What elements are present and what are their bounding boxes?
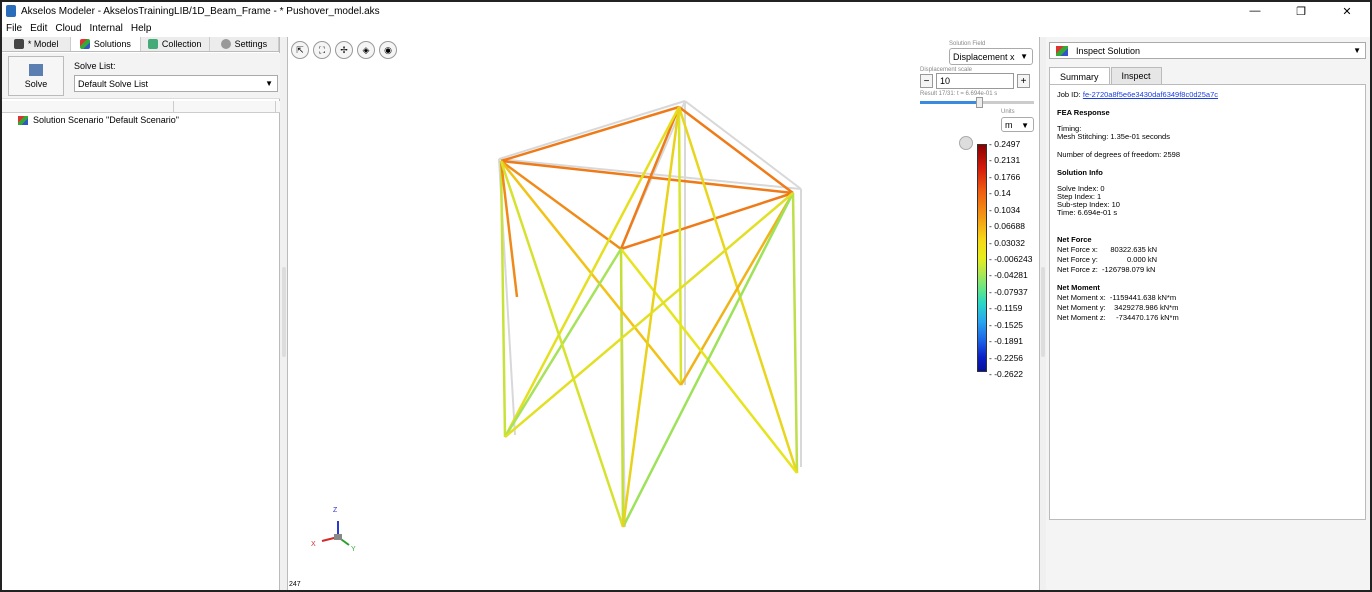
chevron-down-icon: ▼ (1021, 121, 1029, 130)
net-force-title: Net Force (1057, 235, 1092, 244)
colorbar-tick-label: - -0.1525 (989, 319, 1024, 330)
net-force-x: Net Force x: 80322.635 kN (1057, 245, 1158, 254)
tab-settings[interactable]: Settings (209, 37, 279, 51)
tree-item-scenario[interactable]: Solution Scenario "Default Scenario" (18, 115, 179, 125)
left-splitter[interactable] (280, 37, 288, 590)
solution-field-select[interactable]: Displacement x ▼ (949, 48, 1033, 65)
3d-viewport[interactable]: ⇱ ⛶ ✢ ◈ ◉ Z X Y 247 Solution Field Displ… (289, 37, 1039, 590)
beam-frame-model (321, 100, 802, 546)
colorbar-tick-label: - -0.04281 (989, 270, 1028, 281)
colorbar-tick-label: - 0.1034 (989, 204, 1021, 215)
displacement-scale-input[interactable]: 10 (936, 73, 1014, 89)
restore-button[interactable]: ❐ (1278, 2, 1324, 20)
colorbar-tick-label: - -0.1159 (989, 303, 1023, 314)
net-moment-x: Net Moment x: -1159441.638 kN*m (1057, 293, 1177, 302)
menu-bar: File Edit Cloud Internal Help (2, 21, 155, 36)
net-moment-title: Net Moment (1057, 283, 1100, 292)
axis-y-label: Y (351, 546, 356, 553)
increase-scale-button[interactable]: + (1017, 74, 1030, 88)
chevron-down-icon: ▼ (1020, 52, 1028, 61)
solution-info-title: Solution Info (1057, 168, 1103, 177)
close-button[interactable]: ✕ (1324, 2, 1370, 20)
colorbar-tick-label: - 0.1766 (989, 171, 1021, 182)
left-panel: * Model Solutions Collection Settings So… (2, 37, 280, 590)
colorbar-tick-label: - 0.03032 (989, 237, 1025, 248)
right-panel: Inspect Solution ▼ Summary Inspect Job I… (1046, 37, 1370, 590)
inspect-tabs: Summary Inspect (1049, 67, 1163, 85)
app-logo-icon (6, 5, 16, 17)
mesh-stitching: Mesh Stitching: 1.35e-01 seconds (1057, 132, 1170, 141)
dof-count: Number of degrees of freedom: 2598 (1057, 150, 1180, 159)
solve-toolbar: Solve Solve List: Default Solve List ▼ (2, 53, 280, 99)
displacement-scale-control: − 10 + (920, 73, 1030, 89)
right-splitter[interactable] (1039, 37, 1046, 590)
scenario-icon (18, 115, 28, 125)
job-id-row: Job ID: fe-2720a8f5e6e3430daf6349f8c0d25… (1057, 90, 1218, 99)
minimize-button[interactable]: — (1232, 2, 1278, 20)
result-step-label: Result 17/31: t = 6.694e-01 s (920, 91, 998, 97)
tab-summary[interactable]: Summary (1049, 67, 1110, 85)
colorbar-tick-label: - -0.2256 (989, 352, 1024, 363)
coordinate-readout: 247 (289, 581, 301, 588)
colorbar-tick-label: - 0.2497 (989, 139, 1021, 149)
menu-edit[interactable]: Edit (30, 23, 47, 34)
chevron-down-icon: ▼ (1353, 46, 1361, 55)
result-slider[interactable] (920, 97, 1034, 108)
tree-header (2, 101, 280, 113)
axis-triad (321, 521, 350, 546)
colorbar-tick-label: - 0.14 (989, 188, 1011, 199)
window-title: Akselos Modeler - AkselosTrainingLIB/1D_… (21, 5, 380, 17)
gear-icon (220, 39, 231, 49)
net-moment-y: Net Moment y: 3429278.986 kN*m (1057, 303, 1179, 312)
tab-model[interactable]: * Model (2, 37, 72, 51)
units-label: Units (1001, 109, 1015, 115)
solutions-icon (79, 39, 90, 49)
decrease-scale-button[interactable]: − (920, 74, 933, 88)
model-icon (13, 39, 24, 49)
net-moment-z: Net Moment z: -734470.176 kN*m (1057, 313, 1179, 322)
menu-help[interactable]: Help (131, 23, 152, 34)
left-tabs: * Model Solutions Collection Settings (2, 37, 279, 52)
inspect-solution-select[interactable]: Inspect Solution ▼ (1049, 42, 1366, 59)
chevron-down-icon: ▼ (265, 79, 273, 88)
time-value: Time: 6.694e-01 s (1057, 208, 1118, 217)
colorbar-tick-label: - -0.1891 (989, 336, 1024, 347)
collection-icon (147, 39, 158, 49)
tab-inspect[interactable]: Inspect (1110, 67, 1162, 84)
menu-file[interactable]: File (6, 23, 22, 34)
colorbar-settings-icon[interactable] (959, 136, 973, 150)
solve-button[interactable]: Solve (8, 56, 64, 96)
summary-panel: Job ID: fe-2720a8f5e6e3430daf6349f8c0d25… (1049, 84, 1366, 520)
colorbar-tick-label: - -0.07937 (989, 286, 1028, 297)
result-slider-fill (920, 101, 980, 104)
title-bar: Akselos Modeler - AkselosTrainingLIB/1D_… (2, 2, 1370, 20)
units-select[interactable]: m ▼ (1001, 117, 1034, 132)
colorbar-tick-label: - 0.2131 (989, 155, 1021, 166)
solve-list-select[interactable]: Default Solve List ▼ (74, 75, 278, 92)
menu-internal[interactable]: Internal (90, 23, 123, 34)
result-slider-thumb[interactable] (976, 97, 984, 108)
deformed-frame (499, 105, 799, 528)
net-force-y: Net Force y: 0.000 kN (1057, 255, 1158, 264)
tab-solutions[interactable]: Solutions (71, 37, 141, 51)
menu-cloud[interactable]: Cloud (55, 23, 81, 34)
colorbar-tick-label: - 0.06688 (989, 221, 1025, 232)
tab-collection[interactable]: Collection (140, 37, 210, 51)
axis-x-label: X (311, 541, 316, 548)
fea-response-title: FEA Response (1057, 108, 1110, 117)
job-id-link[interactable]: fe-2720a8f5e6e3430daf6349f8c0d25a7c (1083, 90, 1218, 99)
colorbar-tick-label: - -0.2622 (989, 369, 1024, 379)
solution-field-label: Solution Field (949, 41, 986, 47)
colorbar-tick-label: - -0.006243 (989, 254, 1033, 264)
solve-list-label: Solve List: (74, 61, 116, 71)
solution-icon (1056, 45, 1068, 56)
colorbar (977, 144, 987, 372)
computer-icon (29, 63, 43, 76)
net-force-z: Net Force z: -126798.079 kN (1057, 265, 1156, 274)
axis-z-label: Z (333, 507, 338, 514)
